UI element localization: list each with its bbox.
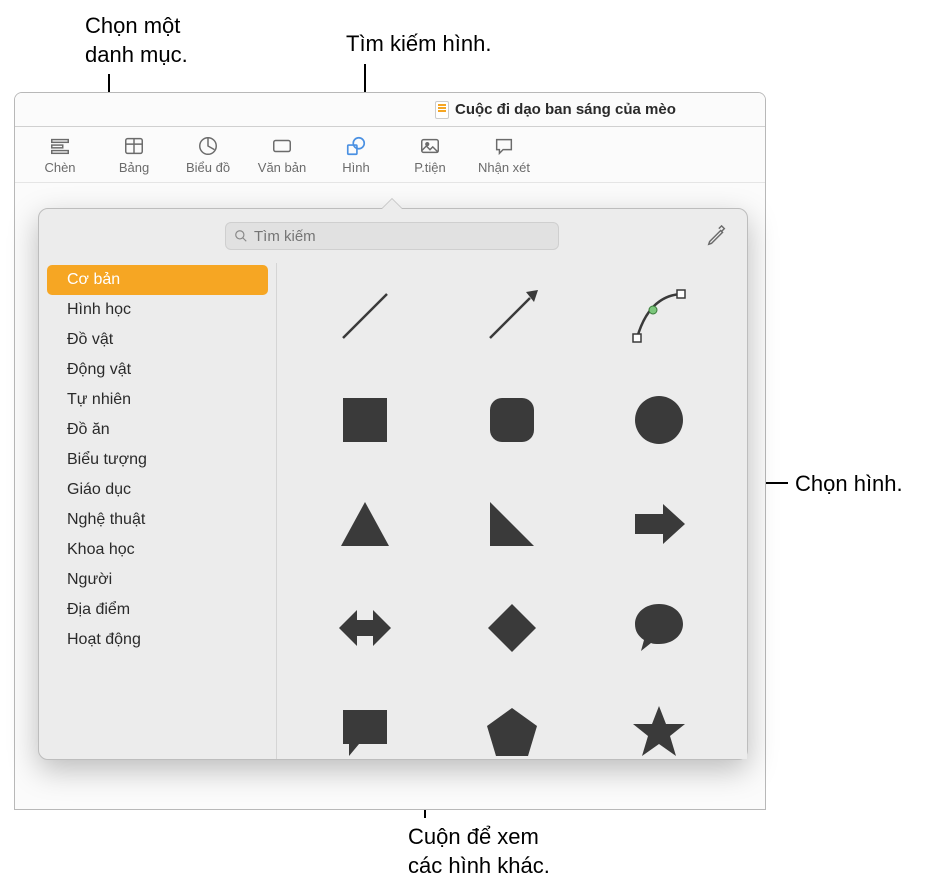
shape-right-triangle[interactable] xyxy=(448,481,575,567)
toolbar-comment-label: Nhận xét xyxy=(478,160,530,175)
shape-diamond[interactable] xyxy=(448,585,575,671)
shapes-pane[interactable] xyxy=(277,263,747,759)
shape-square[interactable] xyxy=(301,377,428,463)
callout-category: Chọn một danh mục. xyxy=(85,12,188,69)
toolbar-shape-label: Hình xyxy=(342,160,369,175)
popover-header xyxy=(39,209,747,263)
toolbar-chart-button[interactable]: Biểu đồ xyxy=(173,130,243,180)
shapes-grid xyxy=(301,273,723,759)
category-sidebar: Cơ bảnHình họcĐồ vậtĐộng vậtTự nhiênĐồ ă… xyxy=(39,263,277,759)
shape-double-arrow[interactable] xyxy=(301,585,428,671)
shape-speech-rect[interactable] xyxy=(301,689,428,759)
sidebar-item[interactable]: Đồ ăn xyxy=(47,415,268,445)
toolbar-table-button[interactable]: Bảng xyxy=(99,130,169,180)
sidebar-item[interactable]: Người xyxy=(47,565,268,595)
shape-triangle[interactable] xyxy=(301,481,428,567)
sidebar-item[interactable]: Khoa học xyxy=(47,535,268,565)
toolbar-shape-button[interactable]: Hình xyxy=(321,130,391,180)
toolbar: Chèn Bảng Biểu đồ Văn bản Hình P.tiện Nh… xyxy=(15,127,765,183)
sidebar-item[interactable]: Giáo dục xyxy=(47,475,268,505)
document-title: Cuộc đi dạo ban sáng của mèo xyxy=(455,101,676,118)
toolbar-insert-label: Chèn xyxy=(44,160,75,175)
shape-star[interactable] xyxy=(596,689,723,759)
sidebar-item[interactable]: Địa điểm xyxy=(47,595,268,625)
search-icon xyxy=(234,229,248,243)
shape-arrow-line[interactable] xyxy=(448,273,575,359)
callout-choose: Chọn hình. xyxy=(795,470,903,499)
toolbar-media-label: P.tiện xyxy=(414,160,446,175)
toolbar-media-button[interactable]: P.tiện xyxy=(395,130,465,180)
search-input[interactable] xyxy=(254,228,550,245)
shape-speech-bubble[interactable] xyxy=(596,585,723,671)
callout-search: Tìm kiếm hình. xyxy=(346,30,491,59)
sidebar-item[interactable]: Động vật xyxy=(47,355,268,385)
toolbar-insert-button[interactable]: Chèn xyxy=(25,130,95,180)
toolbar-text-button[interactable]: Văn bản xyxy=(247,130,317,180)
shapes-popover: Cơ bảnHình họcĐồ vậtĐộng vậtTự nhiênĐồ ă… xyxy=(38,208,748,760)
sidebar-item[interactable]: Tự nhiên xyxy=(47,385,268,415)
toolbar-table-label: Bảng xyxy=(119,160,149,175)
sidebar-item[interactable]: Nghệ thuật xyxy=(47,505,268,535)
popover-body: Cơ bảnHình họcĐồ vậtĐộng vậtTự nhiênĐồ ă… xyxy=(39,263,747,759)
sidebar-item[interactable]: Hình học xyxy=(47,295,268,325)
shape-pentagon[interactable] xyxy=(448,689,575,759)
document-title-wrap: Cuộc đi dạo ban sáng của mèo xyxy=(435,101,676,119)
toolbar-text-label: Văn bản xyxy=(258,160,306,175)
toolbar-comment-button[interactable]: Nhận xét xyxy=(469,130,539,180)
pen-tool-button[interactable] xyxy=(703,222,731,250)
shape-line[interactable] xyxy=(301,273,428,359)
shape-arrow-right[interactable] xyxy=(596,481,723,567)
shape-curve[interactable] xyxy=(596,273,723,359)
callout-scroll: Cuộn để xem các hình khác. xyxy=(408,823,550,880)
search-field-wrap[interactable] xyxy=(225,222,559,250)
document-icon xyxy=(435,101,449,119)
pen-icon xyxy=(706,225,728,247)
toolbar-chart-label: Biểu đồ xyxy=(186,160,230,175)
sidebar-item[interactable]: Biểu tượng xyxy=(47,445,268,475)
titlebar: Cuộc đi dạo ban sáng của mèo xyxy=(15,93,765,127)
shape-circle[interactable] xyxy=(596,377,723,463)
sidebar-item[interactable]: Cơ bản xyxy=(47,265,268,295)
sidebar-item[interactable]: Hoạt động xyxy=(47,625,268,655)
shape-rounded-square[interactable] xyxy=(448,377,575,463)
sidebar-item[interactable]: Đồ vật xyxy=(47,325,268,355)
